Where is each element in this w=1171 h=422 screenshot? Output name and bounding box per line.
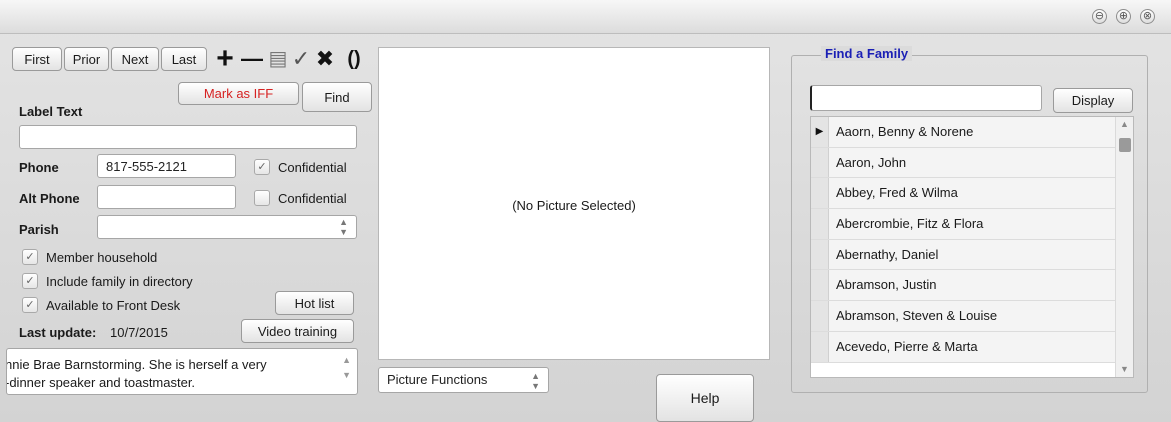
family-name: Abramson, Steven & Louise [836, 308, 998, 324]
no-picture-text: (No Picture Selected) [512, 198, 636, 213]
scroll-thumb[interactable] [1119, 138, 1131, 152]
notes-line-1: nnie Brae Barnstorming. She is herself a… [6, 357, 267, 372]
list-item[interactable]: Aaron, John [811, 147, 1133, 179]
alt-phone-confidential-label: Confidential [278, 191, 347, 206]
prior-button[interactable]: Prior [64, 47, 109, 71]
phone-label: Phone [19, 160, 59, 175]
family-name: Abernathy, Daniel [836, 246, 939, 262]
mark-as-iff-button[interactable]: Mark as IFF [178, 82, 299, 105]
last-update-label: Last update: [19, 325, 97, 340]
last-button[interactable]: Last [161, 47, 207, 71]
scroll-up-icon[interactable]: ▲ [1120, 119, 1129, 129]
list-item[interactable]: Abramson, Steven & Louise [811, 301, 1133, 332]
find-family-title: Find a Family [821, 46, 913, 61]
family-name: Abercrombie, Fitz & Flora [836, 216, 984, 232]
brackets-icon[interactable]: () [339, 45, 369, 73]
family-name: Acevedo, Pierre & Marta [836, 338, 978, 354]
alt-phone-confidential-checkbox[interactable] [254, 190, 270, 206]
title-bar: ⊖ ⊕ ⊗ [0, 0, 1171, 34]
family-name: Abbey, Fred & Wilma [836, 185, 958, 201]
family-list-scrollbar[interactable]: ▲ ▼ [1115, 117, 1133, 377]
find-button[interactable]: Find [302, 82, 372, 112]
list-item[interactable]: Abramson, Justin [811, 270, 1133, 302]
family-name: Aaorn, Benny & Norene [836, 124, 974, 139]
label-text-label: Label Text [19, 104, 83, 119]
scroll-down-icon[interactable]: ▼ [1120, 364, 1129, 374]
list-item[interactable]: Abbey, Fred & Wilma [811, 178, 1133, 210]
parish-select[interactable]: ▲ ▼ [97, 215, 357, 239]
phone-input[interactable] [97, 154, 236, 178]
spinner-icon: ▲ ▼ [531, 371, 540, 391]
include-directory-checkbox[interactable]: ✓ [22, 273, 38, 289]
phone-confidential-label: Confidential [278, 160, 347, 175]
family-list[interactable]: ▶ Aaorn, Benny & Norene Aaron, John Abbey… [810, 116, 1134, 378]
family-search-input[interactable] [810, 85, 1042, 111]
list-item[interactable]: Abercrombie, Fitz & Flora [811, 209, 1133, 240]
first-button[interactable]: First [12, 47, 62, 71]
label-text-input[interactable] [19, 125, 357, 149]
member-household-label: Member household [46, 250, 158, 265]
current-row-arrow-icon: ▶ [811, 117, 829, 147]
picture-panel: (No Picture Selected) [378, 47, 770, 360]
list-item[interactable]: Acevedo, Pierre & Marta [811, 331, 1133, 363]
hot-list-button[interactable]: Hot list [275, 291, 354, 315]
picture-functions-label: Picture Functions [387, 372, 488, 387]
display-button[interactable]: Display [1053, 88, 1133, 113]
video-training-button[interactable]: Video training [241, 319, 354, 343]
front-desk-label: Available to Front Desk [46, 298, 181, 313]
family-name: Abramson, Justin [836, 277, 937, 293]
list-item[interactable]: Abernathy, Daniel [811, 239, 1133, 271]
notes-icon[interactable]: ▤ [268, 45, 288, 73]
last-update-value: 10/7/2015 [110, 325, 168, 340]
front-desk-checkbox[interactable]: ✓ [22, 297, 38, 313]
notes-line-2: -dinner speaker and toastmaster. [6, 375, 196, 390]
include-directory-label: Include family in directory [46, 274, 193, 289]
remove-icon[interactable]: — [238, 45, 266, 73]
close-icon[interactable]: ⊗ [1140, 9, 1155, 24]
phone-confidential-checkbox[interactable]: ✓ [254, 159, 270, 175]
maximize-icon[interactable]: ⊕ [1116, 9, 1131, 24]
notes-textarea[interactable]: nnie Brae Barnstorming. She is herself a… [6, 348, 358, 395]
add-icon[interactable]: + [213, 44, 237, 74]
minimize-icon[interactable]: ⊖ [1092, 9, 1107, 24]
cancel-icon[interactable]: ✖ [313, 45, 337, 73]
family-name: Aaron, John [836, 154, 907, 170]
scroll-arrows-icon[interactable]: ▲ ▼ [342, 353, 351, 383]
picture-functions-select[interactable]: Picture Functions ▲ ▼ [378, 367, 549, 393]
parish-label: Parish [19, 222, 59, 237]
member-household-checkbox[interactable]: ✓ [22, 249, 38, 265]
next-button[interactable]: Next [111, 47, 159, 71]
spinner-icon: ▲ ▼ [339, 217, 348, 237]
alt-phone-label: Alt Phone [19, 191, 80, 206]
check-icon[interactable]: ✓ [290, 45, 312, 73]
help-button[interactable]: Help [656, 374, 754, 422]
alt-phone-input[interactable] [97, 185, 236, 209]
list-item[interactable]: ▶ Aaorn, Benny & Norene [811, 117, 1133, 148]
